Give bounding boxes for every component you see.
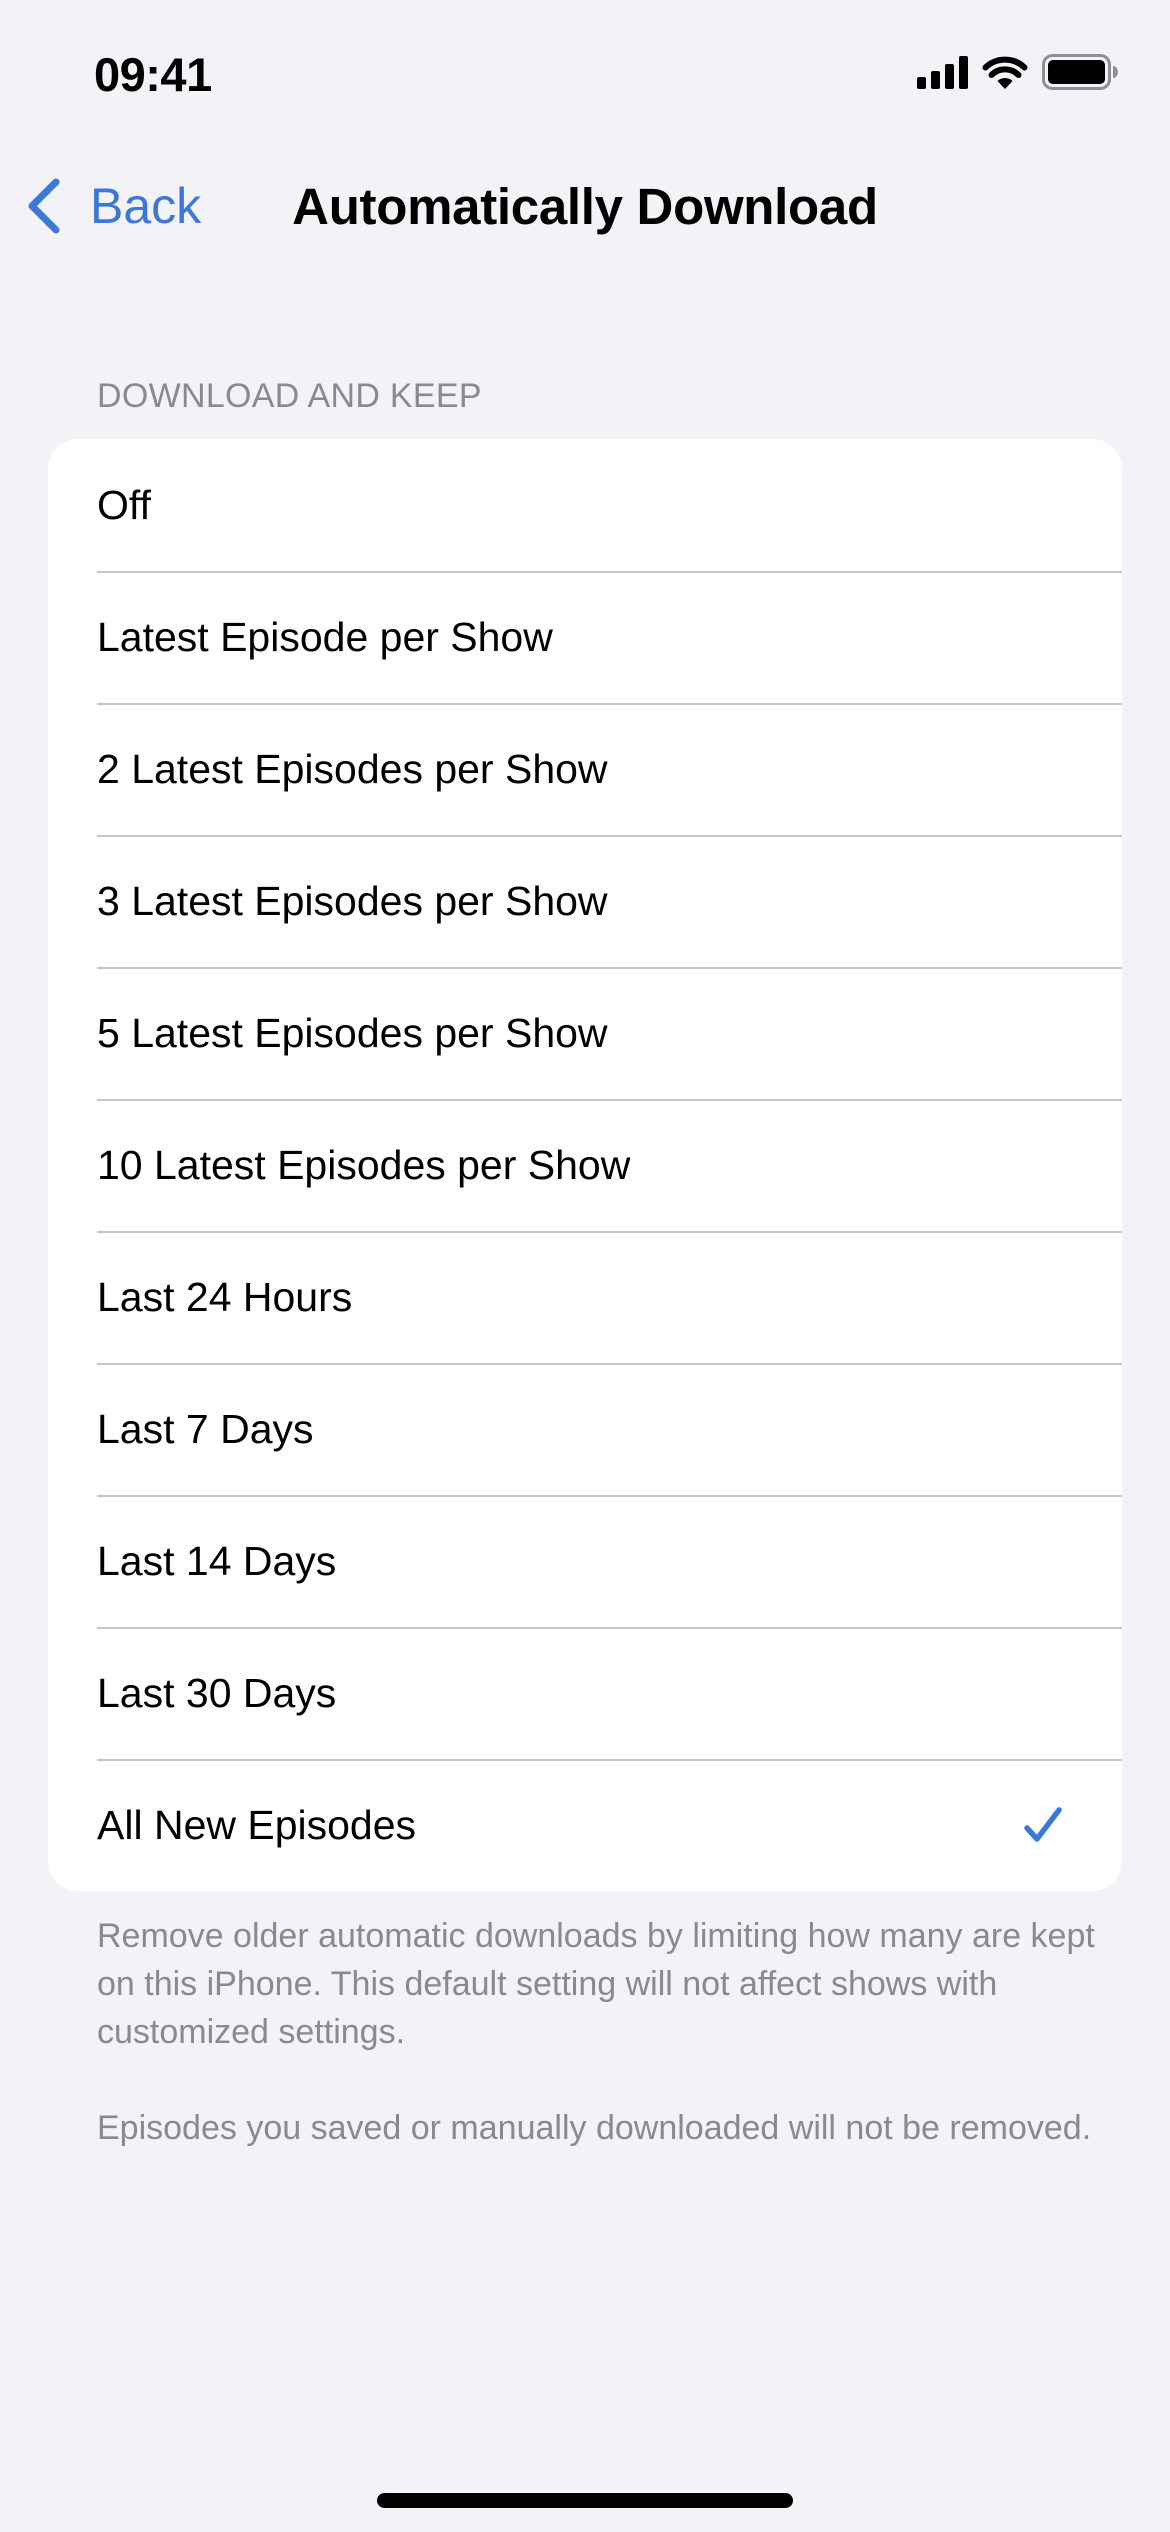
option-label: 3 Latest Episodes per Show — [97, 878, 608, 924]
status-time: 09:41 — [94, 48, 212, 101]
footer-note-saved: Episodes you saved or manually downloade… — [97, 2109, 1092, 2147]
option-label: Latest Episode per Show — [97, 614, 553, 660]
page-title: Automatically Download — [292, 178, 878, 235]
option-label: Last 24 Hours — [97, 1274, 353, 1320]
option-10-latest[interactable]: 10 Latest Episodes per Show — [48, 1099, 1122, 1231]
wifi-icon — [982, 55, 1028, 89]
option-last-7-days[interactable]: Last 7 Days — [48, 1363, 1122, 1495]
home-indicator[interactable] — [377, 2493, 793, 2508]
option-label: Last 30 Days — [97, 1670, 337, 1716]
screen: 09:41 Back Automatically Download DOWNLO… — [0, 0, 1170, 2532]
option-5-latest[interactable]: 5 Latest Episodes per Show — [48, 967, 1122, 1099]
option-all-new-episodes[interactable]: All New Episodes — [48, 1759, 1122, 1891]
option-3-latest[interactable]: 3 Latest Episodes per Show — [48, 835, 1122, 967]
checkmark-icon — [1022, 1805, 1064, 1845]
option-last-14-days[interactable]: Last 14 Days — [48, 1495, 1122, 1627]
section-footer: Remove older automatic downloads by limi… — [97, 1912, 1097, 2200]
option-label: 5 Latest Episodes per Show — [97, 1010, 608, 1056]
option-label: Off — [97, 482, 151, 528]
option-2-latest[interactable]: 2 Latest Episodes per Show — [48, 703, 1122, 835]
option-latest-episode[interactable]: Latest Episode per Show — [48, 571, 1122, 703]
options-list: Off Latest Episode per Show 2 Latest Epi… — [48, 439, 1122, 1891]
option-label: 10 Latest Episodes per Show — [97, 1142, 631, 1188]
option-label: Last 14 Days — [97, 1538, 337, 1584]
option-label: All New Episodes — [97, 1802, 417, 1848]
footer-note-limit: Remove older automatic downloads by limi… — [97, 1917, 1095, 2051]
option-last-24-hours[interactable]: Last 24 Hours — [48, 1231, 1122, 1363]
section-header: DOWNLOAD AND KEEP — [97, 377, 482, 415]
cellular-signal-icon — [917, 55, 968, 89]
option-off[interactable]: Off — [48, 439, 1122, 571]
option-last-30-days[interactable]: Last 30 Days — [48, 1627, 1122, 1759]
option-label: 2 Latest Episodes per Show — [97, 746, 608, 792]
status-icons — [917, 52, 1118, 92]
option-label: Last 7 Days — [97, 1406, 314, 1452]
battery-icon — [1042, 54, 1118, 90]
